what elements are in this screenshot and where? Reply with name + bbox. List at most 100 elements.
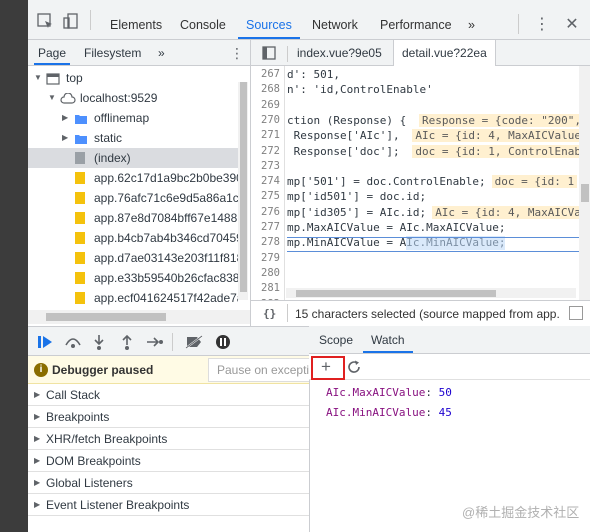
watch-expression[interactable]: AIc.MinAICValue: 45 — [326, 406, 452, 419]
tab-page[interactable]: Page — [34, 40, 71, 65]
code-line[interactable]: d': 501, — [287, 68, 340, 81]
tree-scrollbar-track[interactable] — [238, 82, 248, 300]
more-options-icon[interactable]: ⋮ — [534, 16, 550, 33]
line-number[interactable]: 281 — [251, 282, 280, 294]
section-header[interactable]: ▶ Call Stack — [28, 384, 309, 406]
expand-arrow-icon[interactable]: ▶ — [34, 472, 40, 494]
tree-item[interactable]: app.d7ae03143e203f11f818 — [28, 248, 238, 268]
code-line[interactable]: mp.MaxAICValue = AIc.MaxAICValue; — [287, 221, 506, 234]
resume-icon[interactable] — [36, 333, 54, 351]
tree-item[interactable]: ▼ localhost:9529 — [28, 88, 238, 108]
editor-status-bar: {} 15 characters selected (source mapped… — [250, 300, 590, 326]
tree-hscrollbar-thumb[interactable] — [46, 313, 166, 321]
tab-console[interactable]: Console — [180, 0, 226, 39]
step-over-icon[interactable] — [64, 333, 82, 351]
line-number[interactable]: 268 — [251, 83, 280, 95]
watch-value: 50 — [438, 386, 452, 399]
tree-item[interactable]: app.62c17d1a9bc2b0be390 — [28, 168, 238, 188]
step-out-icon[interactable] — [120, 333, 134, 351]
code-line[interactable]: mp['id305'] = AIc.id; — [287, 206, 426, 219]
tree-item[interactable]: ▶ static — [28, 128, 238, 148]
tree-item[interactable]: ▼ top — [28, 68, 238, 88]
file-tab-index[interactable]: index.vue?9e05 — [297, 40, 382, 66]
section-header[interactable]: ▶ Breakpoints — [28, 406, 309, 428]
tree-item-label: (index) — [94, 151, 131, 165]
deactivate-breakpoints-icon[interactable] — [184, 333, 204, 351]
collapse-arrow-icon[interactable]: ▶ — [62, 128, 68, 148]
code-line[interactable]: Response['doc']; — [287, 145, 400, 158]
section-header[interactable]: ▶ DOM Breakpoints — [28, 450, 309, 472]
step-icon[interactable] — [146, 333, 164, 351]
code-line[interactable]: Response['AIc'], — [287, 129, 400, 142]
line-number[interactable]: 273 — [251, 160, 280, 172]
line-number[interactable]: 270 — [251, 114, 280, 126]
line-number-gutter[interactable]: 267 268 269 270 271 272 273 274 275 276 277 278 279 2… — [251, 66, 285, 300]
line-number[interactable]: 274 — [251, 175, 280, 187]
editor-scrollbar-thumb[interactable] — [581, 184, 589, 202]
line-number[interactable]: 279 — [251, 252, 280, 264]
close-icon[interactable]: ✕ — [564, 16, 580, 33]
tree-item-label: app.ecf041624517f42ade7a — [94, 291, 238, 305]
expand-arrow-icon[interactable]: ▼ — [48, 88, 56, 108]
tree-scrollbar-thumb[interactable] — [240, 82, 247, 292]
tree-hscrollbar[interactable] — [28, 310, 250, 324]
section-label: DOM Breakpoints — [46, 454, 141, 468]
inspect-element-icon[interactable] — [36, 13, 54, 29]
device-toolbar-icon[interactable] — [62, 13, 80, 29]
file-tab-detail[interactable]: detail.vue?22ea — [393, 40, 496, 66]
tab-scope[interactable]: Scope — [319, 326, 353, 354]
tree-item[interactable]: app.ecf041624517f42ade7a — [28, 288, 238, 308]
expand-arrow-icon[interactable]: ▶ — [34, 428, 40, 450]
editor-scrollbar-track[interactable] — [579, 66, 590, 300]
watch-expression[interactable]: AIc.MaxAICValue: 50 — [326, 386, 452, 399]
line-number[interactable]: 267 — [251, 68, 280, 80]
expand-arrow-icon[interactable]: ▶ — [34, 494, 40, 516]
section-header[interactable]: ▶ XHR/fetch Breakpoints — [28, 428, 309, 450]
line-number[interactable]: 278 — [251, 236, 280, 248]
tree-item[interactable]: app.e33b59540b26cfac8389 — [28, 268, 238, 288]
pretty-print-icon[interactable]: {} — [263, 307, 276, 320]
tab-watch[interactable]: Watch — [363, 326, 413, 353]
tab-network[interactable]: Network — [312, 0, 358, 39]
navigator-menu-icon[interactable]: ⋮ — [230, 45, 244, 61]
expand-arrow-icon[interactable]: ▼ — [34, 68, 42, 88]
code-line[interactable]: n': 'id,ControlEnable' — [287, 83, 433, 96]
editor-hscrollbar-thumb[interactable] — [296, 290, 496, 297]
pause-on-exceptions-icon[interactable] — [214, 333, 232, 351]
file-yellow-icon — [74, 211, 86, 228]
line-number[interactable]: 272 — [251, 145, 280, 157]
code-line[interactable]: mp['501'] = doc.ControlEnable; — [287, 175, 486, 188]
editor-hscrollbar[interactable] — [286, 288, 576, 298]
line-number[interactable]: 280 — [251, 267, 280, 279]
tree-item[interactable]: app.76afc71c6e9d5a86a1cb — [28, 188, 238, 208]
code-line[interactable]: ction (Response) { — [287, 114, 406, 127]
refresh-icon[interactable] — [346, 359, 362, 375]
line-number[interactable]: 269 — [251, 99, 280, 111]
toggle-drawer-icon[interactable] — [569, 306, 583, 320]
tab-elements[interactable]: Elements — [110, 0, 162, 39]
tab-filesystem[interactable]: Filesystem — [84, 40, 141, 66]
section-header[interactable]: ▶ Global Listeners — [28, 472, 309, 494]
expand-arrow-icon[interactable]: ▶ — [34, 450, 40, 472]
line-number[interactable]: 271 — [251, 129, 280, 141]
tab-performance[interactable]: Performance — [380, 0, 452, 39]
watermark-text: @稀土掘金技术社区 — [462, 505, 580, 520]
more-tabs-button[interactable]: » — [468, 0, 475, 39]
line-number[interactable]: 275 — [251, 190, 280, 202]
section-header[interactable]: ▶ Event Listener Breakpoints — [28, 494, 309, 516]
tree-item[interactable]: ▶ offlinemap — [28, 108, 238, 128]
tree-item[interactable]: (index) — [28, 148, 238, 168]
tab-sources[interactable]: Sources — [238, 0, 300, 39]
code-editor[interactable]: 267 268 269 270 271 272 273 274 275 276 277 278 279 2… — [250, 66, 590, 300]
line-number[interactable]: 276 — [251, 206, 280, 218]
code-line[interactable]: mp['id501'] = doc.id; — [287, 190, 426, 203]
step-into-icon[interactable] — [92, 333, 106, 351]
expand-arrow-icon[interactable]: ▶ — [34, 384, 40, 406]
navigator-more-button[interactable]: » — [158, 40, 165, 66]
toggle-navigator-icon[interactable] — [261, 45, 277, 61]
line-number[interactable]: 277 — [251, 221, 280, 233]
tree-item[interactable]: app.87e8d7084bff67e14881 — [28, 208, 238, 228]
collapse-arrow-icon[interactable]: ▶ — [62, 108, 68, 128]
expand-arrow-icon[interactable]: ▶ — [34, 406, 40, 428]
tree-item[interactable]: app.b4cb7ab4b346cd70459 — [28, 228, 238, 248]
